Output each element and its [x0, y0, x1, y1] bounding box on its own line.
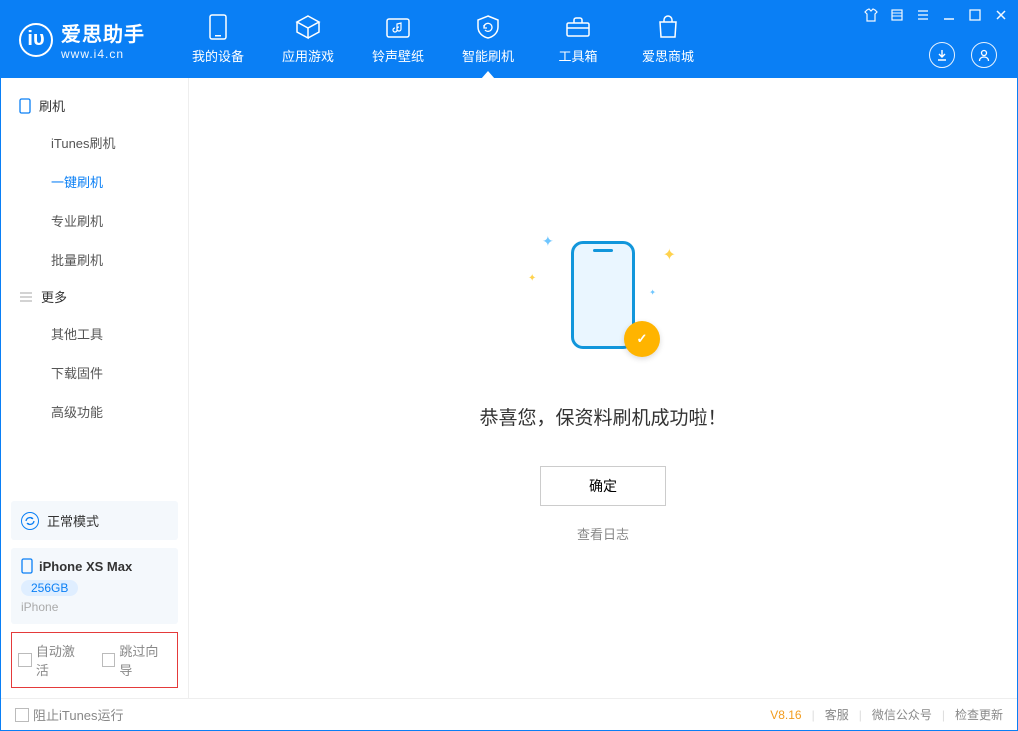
device-icon: [205, 14, 231, 40]
nav-label: 智能刷机: [462, 46, 514, 65]
shopping-bag-icon: [655, 14, 681, 40]
device-name: iPhone XS Max: [39, 559, 132, 574]
logo-area: iᴜ 爱思助手 www.i4.cn: [1, 1, 163, 78]
app-window: iᴜ 爱思助手 www.i4.cn 我的设备 应用游戏 铃声壁纸 智能刷机: [0, 0, 1018, 731]
success-illustration: ✦ ✦ ✦ ✦ ✓: [528, 233, 678, 363]
sidebar-item-download-firmware[interactable]: 下载固件: [1, 353, 188, 392]
nav-label: 我的设备: [192, 46, 244, 65]
sparkle-icon: ✦: [663, 245, 676, 265]
checkbox-icon: [102, 653, 116, 667]
phone-icon: [19, 98, 31, 114]
checkbox-skip-guide[interactable]: 跳过向导: [102, 641, 172, 679]
maximize-button[interactable]: [967, 7, 983, 23]
menu-icon[interactable]: [889, 7, 905, 23]
separator: |: [859, 708, 862, 722]
top-nav: 我的设备 应用游戏 铃声壁纸 智能刷机 工具箱 爱思商城: [173, 1, 713, 78]
nav-my-device[interactable]: 我的设备: [173, 1, 263, 78]
music-folder-icon: [385, 14, 411, 40]
sidebar-section-flash: 刷机: [1, 88, 188, 123]
main-content: ✦ ✦ ✦ ✦ ✓ 恭喜您，保资料刷机成功啦！ 确定 查看日志: [189, 78, 1017, 698]
footer-link-support[interactable]: 客服: [825, 706, 849, 723]
app-subtitle: www.i4.cn: [61, 47, 145, 61]
ok-button[interactable]: 确定: [540, 466, 666, 506]
separator: |: [812, 708, 815, 722]
sidebar: 刷机 iTunes刷机 一键刷机 专业刷机 批量刷机 更多 其他工具 下载固件 …: [1, 78, 189, 698]
mode-label: 正常模式: [47, 511, 99, 530]
window-controls: [863, 7, 1009, 23]
nav-toolbox[interactable]: 工具箱: [533, 1, 623, 78]
version-label: V8.16: [770, 708, 801, 722]
sidebar-section-label: 更多: [41, 287, 67, 306]
sidebar-item-oneclick-flash[interactable]: 一键刷机: [1, 162, 188, 201]
list-icon: [19, 291, 33, 303]
footer-link-wechat[interactable]: 微信公众号: [872, 706, 932, 723]
nav-label: 应用游戏: [282, 46, 334, 65]
view-log-link[interactable]: 查看日志: [577, 524, 629, 543]
sidebar-item-itunes-flash[interactable]: iTunes刷机: [1, 123, 188, 162]
body: 刷机 iTunes刷机 一键刷机 专业刷机 批量刷机 更多 其他工具 下载固件 …: [1, 78, 1017, 698]
sparkle-icon: ✦: [649, 288, 656, 297]
sidebar-item-advanced[interactable]: 高级功能: [1, 392, 188, 431]
separator: |: [942, 708, 945, 722]
close-button[interactable]: [993, 7, 1009, 23]
sparkle-icon: ✦: [542, 233, 554, 250]
logo-icon: iᴜ: [19, 23, 53, 57]
cube-icon: [295, 14, 321, 40]
footer: 阻止iTunes运行 V8.16 | 客服 | 微信公众号 | 检查更新: [1, 698, 1017, 730]
result-title: 恭喜您，保资料刷机成功啦！: [479, 403, 726, 430]
checkbox-label: 自动激活: [36, 641, 88, 679]
nav-label: 铃声壁纸: [372, 46, 424, 65]
nav-label: 工具箱: [558, 46, 597, 65]
nav-label: 爱思商城: [642, 46, 694, 65]
nav-ringtone-wallpaper[interactable]: 铃声壁纸: [353, 1, 443, 78]
flash-options-box: 自动激活 跳过向导: [11, 632, 178, 688]
sparkle-icon: ✦: [528, 273, 536, 284]
footer-link-check-update[interactable]: 检查更新: [955, 706, 1003, 723]
list-icon[interactable]: [915, 7, 931, 23]
check-badge-icon: ✓: [624, 321, 660, 357]
checkbox-auto-activate[interactable]: 自动激活: [18, 641, 88, 679]
toolbox-icon: [565, 14, 591, 40]
checkbox-icon: [15, 708, 29, 722]
minimize-button[interactable]: [941, 7, 957, 23]
nav-store[interactable]: 爱思商城: [623, 1, 713, 78]
nav-apps-games[interactable]: 应用游戏: [263, 1, 353, 78]
device-box[interactable]: iPhone XS Max 256GB iPhone: [11, 548, 178, 624]
header: iᴜ 爱思助手 www.i4.cn 我的设备 应用游戏 铃声壁纸 智能刷机: [1, 1, 1017, 78]
sidebar-section-more: 更多: [1, 279, 188, 314]
download-icon[interactable]: [929, 42, 955, 68]
checkbox-label: 阻止iTunes运行: [33, 705, 124, 724]
tshirt-icon[interactable]: [863, 7, 879, 23]
nav-smart-flash[interactable]: 智能刷机: [443, 1, 533, 78]
sidebar-item-pro-flash[interactable]: 专业刷机: [1, 201, 188, 240]
sidebar-section-label: 刷机: [39, 96, 65, 115]
app-title: 爱思助手: [61, 18, 145, 47]
user-icon[interactable]: [971, 42, 997, 68]
device-storage-pill: 256GB: [21, 580, 78, 596]
checkbox-label: 跳过向导: [119, 641, 171, 679]
sync-icon: [21, 512, 39, 530]
mode-box[interactable]: 正常模式: [11, 501, 178, 540]
shield-refresh-icon: [475, 14, 501, 40]
checkbox-block-itunes[interactable]: 阻止iTunes运行: [15, 705, 124, 724]
header-right-icons: [929, 42, 997, 68]
device-type: iPhone: [21, 600, 168, 614]
device-icon: [21, 558, 33, 574]
sidebar-item-other-tools[interactable]: 其他工具: [1, 314, 188, 353]
sidebar-item-batch-flash[interactable]: 批量刷机: [1, 240, 188, 279]
checkbox-icon: [18, 653, 32, 667]
